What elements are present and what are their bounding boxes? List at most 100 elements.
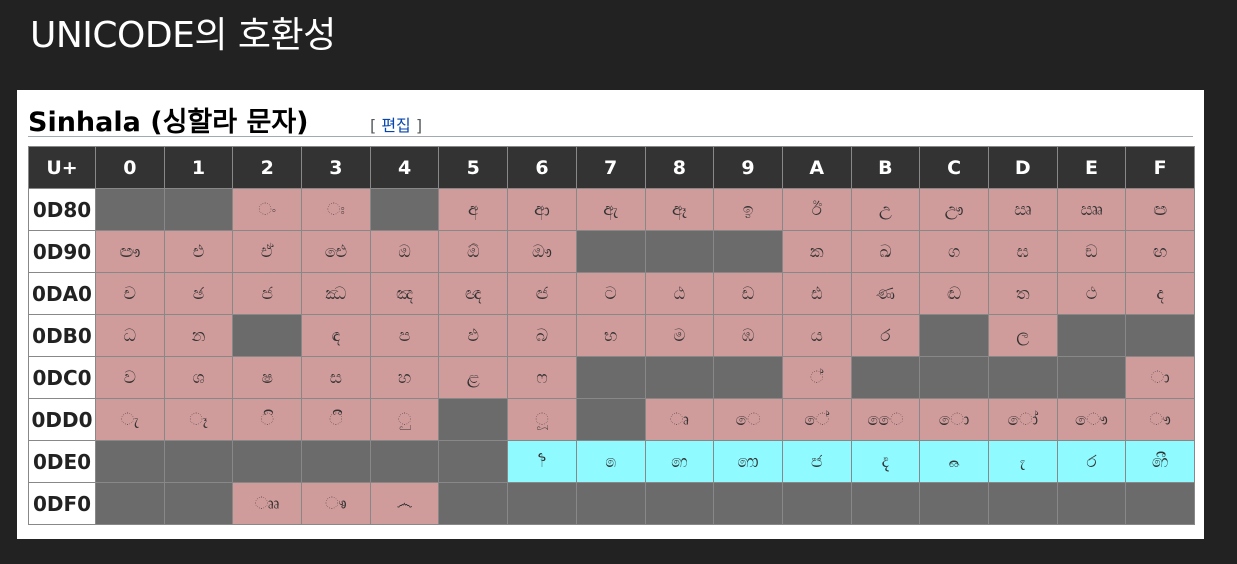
character-cell[interactable]: ත <box>987 272 1058 315</box>
column-header-2: 2 <box>232 146 303 189</box>
table-row: 0DD0ැෑිීුූෘෙේෛොෝෞෟ <box>28 398 1195 441</box>
character-cell[interactable]: ෦ <box>507 440 577 483</box>
character-cell[interactable]: අ <box>438 188 509 231</box>
character-cell[interactable]: ධ <box>95 314 165 357</box>
character-cell[interactable]: ළ <box>438 356 509 399</box>
character-cell[interactable]: ල <box>987 314 1058 357</box>
character-cell[interactable]: ද <box>1125 272 1195 315</box>
character-cell[interactable]: ෂ <box>232 356 303 399</box>
character-cell[interactable]: ඬ <box>919 272 989 315</box>
character-cell[interactable]: ඓ <box>301 230 371 273</box>
character-cell[interactable]: ෛ <box>850 398 921 441</box>
character-cell[interactable]: ඳ <box>301 314 371 357</box>
character-cell[interactable]: ක <box>781 230 852 273</box>
edit-section-link[interactable]: [ 편집 ] <box>370 112 422 136</box>
character-cell[interactable]: ඝ <box>987 230 1058 273</box>
character-cell[interactable]: ස <box>301 356 371 399</box>
character-cell[interactable]: ෨ <box>644 440 715 483</box>
character-cell[interactable]: ෟ <box>1125 398 1195 441</box>
character-cell[interactable]: ඩ <box>713 272 783 315</box>
character-cell[interactable]: ර <box>850 314 921 357</box>
character-cell[interactable]: ෑ <box>163 398 234 441</box>
edit-link-label[interactable]: 편집 <box>381 116 410 135</box>
character-cell[interactable]: ඨ <box>644 272 715 315</box>
character-cell[interactable]: ෞ <box>1056 398 1127 441</box>
character-cell[interactable]: ූ <box>507 398 577 441</box>
character-cell[interactable]: ග <box>919 230 989 273</box>
character-cell[interactable]: ි <box>232 398 303 441</box>
character-cell[interactable]: ී <box>301 398 371 441</box>
character-cell[interactable]: ඎ <box>1056 188 1127 231</box>
character-cell[interactable]: ෆ <box>507 356 577 399</box>
character-cell[interactable]: ෯ <box>1125 440 1195 483</box>
character-cell[interactable]: උ <box>850 188 921 231</box>
character-cell[interactable]: භ <box>575 314 646 357</box>
character-cell[interactable]: ජ <box>232 272 303 315</box>
character-cell[interactable]: ච <box>95 272 165 315</box>
character-cell[interactable]: ම <box>644 314 715 357</box>
character-cell[interactable]: ෭ <box>987 440 1058 483</box>
row-header: 0DE0 <box>28 440 96 483</box>
character-cell[interactable]: ං <box>232 188 303 231</box>
character-cell[interactable]: ෧ <box>575 440 646 483</box>
character-cell[interactable]: ව <box>95 356 165 399</box>
character-cell[interactable]: ා <box>1125 356 1195 399</box>
character-cell[interactable]: ඖ <box>507 230 577 273</box>
character-cell[interactable]: න <box>163 314 234 357</box>
character-cell[interactable]: ඊ <box>781 188 852 231</box>
character-cell[interactable]: ෳ <box>301 482 371 525</box>
character-cell[interactable]: ඏ <box>1125 188 1195 231</box>
character-cell[interactable]: ඤ <box>369 272 440 315</box>
character-cell[interactable]: ැ <box>95 398 165 441</box>
character-cell[interactable]: ඡ <box>163 272 234 315</box>
character-cell[interactable]: ඵ <box>438 314 509 357</box>
character-cell[interactable]: ඕ <box>438 230 509 273</box>
character-cell[interactable]: ඔ <box>369 230 440 273</box>
character-cell[interactable]: ෘ <box>644 398 715 441</box>
character-cell[interactable]: ෮ <box>1056 440 1127 483</box>
character-cell[interactable]: බ <box>507 314 577 357</box>
column-header-c: C <box>919 146 989 189</box>
character-cell[interactable]: ේ <box>781 398 852 441</box>
character-cell[interactable]: ඣ <box>301 272 371 315</box>
character-cell[interactable]: ඟ <box>1125 230 1195 273</box>
character-cell[interactable]: ඐ <box>95 230 165 273</box>
character-cell[interactable]: එ <box>163 230 234 273</box>
character-cell[interactable]: ඦ <box>507 272 577 315</box>
character-cell[interactable]: ෙ <box>713 398 783 441</box>
character-cell[interactable]: ඉ <box>713 188 783 231</box>
character-cell[interactable]: ෲ <box>232 482 303 525</box>
edit-bracket-open: [ <box>370 116 382 135</box>
row-header: 0DB0 <box>28 314 96 357</box>
character-cell[interactable]: ෩ <box>713 440 783 483</box>
character-cell[interactable]: ඒ <box>232 230 303 273</box>
character-cell[interactable]: ෫ <box>850 440 921 483</box>
character-cell[interactable]: ඛ <box>850 230 921 273</box>
character-cell[interactable]: ු <box>369 398 440 441</box>
character-cell[interactable]: ඥ <box>438 272 509 315</box>
character-cell[interactable]: ො <box>919 398 989 441</box>
character-cell[interactable]: ශ <box>163 356 234 399</box>
character-cell[interactable]: ඌ <box>919 188 989 231</box>
character-cell[interactable]: ඹ <box>713 314 783 357</box>
character-cell[interactable]: ඃ <box>301 188 371 231</box>
character-cell[interactable]: ට <box>575 272 646 315</box>
character-cell[interactable]: ් <box>781 356 852 399</box>
character-cell[interactable]: ය <box>781 314 852 357</box>
character-cell[interactable]: ඈ <box>644 188 715 231</box>
character-cell[interactable]: ඪ <box>781 272 852 315</box>
character-cell[interactable]: ප <box>369 314 440 357</box>
character-cell[interactable]: ෪ <box>781 440 852 483</box>
corner-header: U+ <box>28 146 96 189</box>
character-cell[interactable]: ඞ <box>1056 230 1127 273</box>
character-cell[interactable]: ෴ <box>369 482 440 525</box>
character-cell[interactable]: ථ <box>1056 272 1127 315</box>
character-cell[interactable]: ෬ <box>919 440 989 483</box>
character-cell[interactable]: ණ <box>850 272 921 315</box>
character-cell[interactable]: ඍ <box>987 188 1058 231</box>
character-cell[interactable]: ආ <box>507 188 577 231</box>
character-cell[interactable]: ෝ <box>987 398 1058 441</box>
character-cell[interactable]: ඇ <box>575 188 646 231</box>
unassigned-cell <box>1125 314 1195 357</box>
character-cell[interactable]: හ <box>369 356 440 399</box>
